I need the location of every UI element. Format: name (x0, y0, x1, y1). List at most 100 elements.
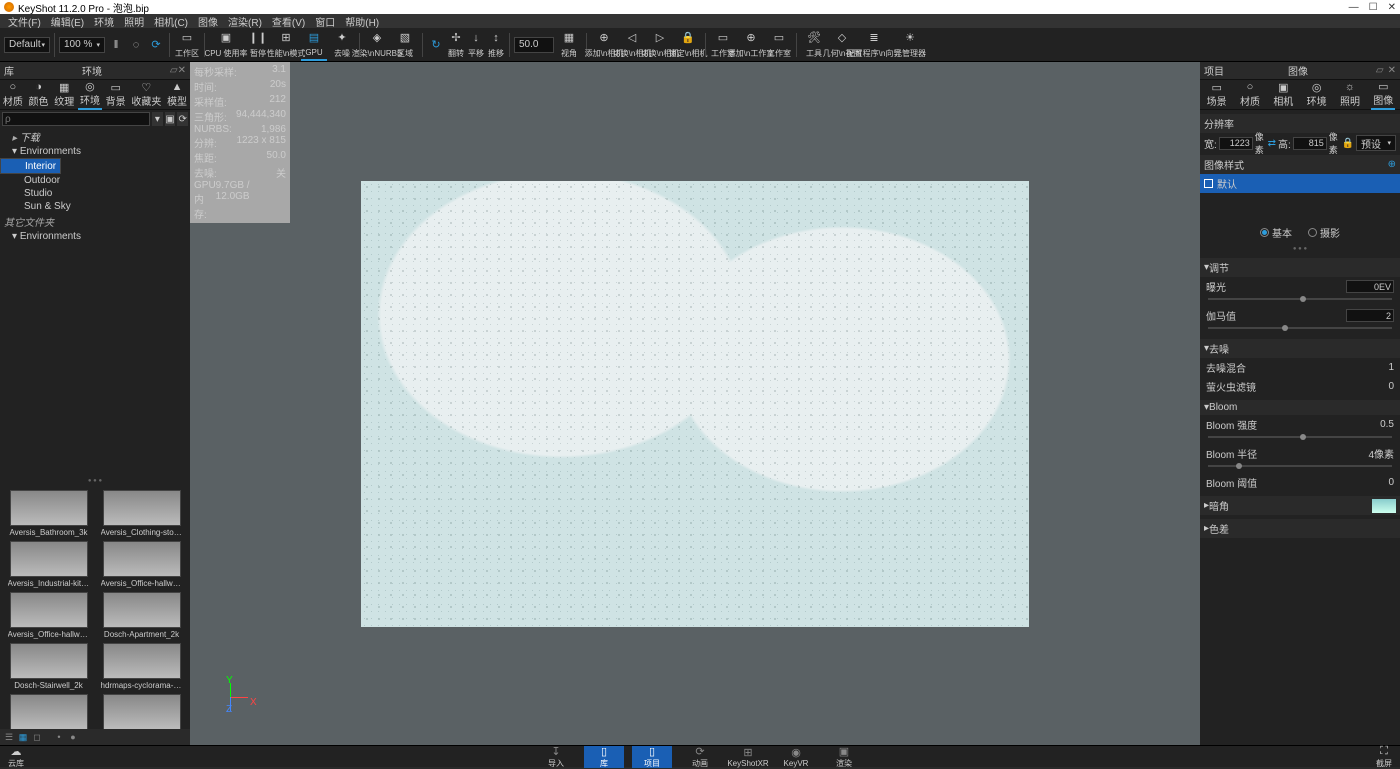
radio-photo[interactable]: 摄影 (1308, 225, 1340, 240)
vignette-header[interactable]: ▸ 暗角 (1200, 496, 1400, 515)
dolly-button[interactable]: ↕推移 (487, 29, 505, 61)
search-input[interactable] (2, 112, 150, 126)
tree-outdoor[interactable]: Outdoor (0, 174, 190, 187)
region-button[interactable]: ▧区域 (392, 29, 418, 61)
preset-dropdown[interactable]: 预设▾ (1356, 135, 1396, 151)
thumb-item[interactable]: hdrmaps-cyclorama-stud... (97, 643, 186, 690)
tree-environments-2[interactable]: ▾ Environments (0, 230, 190, 240)
menu-window[interactable]: 窗口 (311, 14, 339, 29)
tree-interior[interactable]: Interior (0, 158, 61, 174)
size-small-icon[interactable]: • (54, 732, 64, 742)
tab-camera[interactable]: ▣相机 (1271, 80, 1295, 109)
tab-materials[interactable]: ○材质 (1, 80, 25, 109)
close-panel-icon[interactable]: ✕ (178, 65, 186, 76)
pause-toggle[interactable]: ‖ (107, 29, 125, 61)
chroma-header[interactable]: ▸ 色差 (1200, 519, 1400, 538)
nurbs-button[interactable]: ◈渲染\nNURBS (364, 29, 390, 61)
bloom-strength-slider[interactable] (1208, 434, 1392, 440)
undock-icon[interactable]: ▱ (1376, 65, 1384, 76)
minimize-button[interactable]: — (1349, 2, 1359, 13)
height-input[interactable] (1293, 137, 1327, 150)
menu-view[interactable]: 查看(V) (268, 14, 309, 29)
tab-environment[interactable]: ◎环境 (1305, 80, 1329, 109)
workspace-button[interactable]: ▭工作区 (174, 29, 200, 61)
tab-environments[interactable]: ◎环境 (78, 79, 102, 110)
flip-button[interactable]: ✢翻转 (447, 29, 465, 61)
size-large-icon[interactable]: ● (68, 732, 78, 742)
perf-toggle[interactable]: ◌ (127, 29, 145, 61)
menu-edit[interactable]: 编辑(E) (47, 14, 88, 29)
search-filter-icon[interactable]: ▾ (152, 112, 163, 126)
width-input[interactable] (1219, 137, 1253, 150)
thumb-item[interactable]: Aversis_Industrial-kitchen... (4, 541, 93, 588)
keyvr-button[interactable]: ◉KeyVR (776, 746, 816, 768)
tab-favorites[interactable]: ♡收藏夹 (129, 80, 163, 109)
add-style-icon[interactable]: ⊕ (1388, 159, 1396, 170)
bloom-header[interactable]: ▾ Bloom (1200, 400, 1400, 415)
axis-gizmo[interactable]: Y X Z (220, 675, 260, 715)
style-default-row[interactable]: 默认 (1200, 174, 1400, 193)
adjust-header[interactable]: ▾ 调节 (1200, 258, 1400, 277)
perspective-button[interactable]: ▦视角 (556, 29, 582, 61)
refresh-button[interactable]: ↻ (427, 29, 445, 61)
link-icon[interactable]: ⇄ (1268, 136, 1276, 150)
tab-colors[interactable]: ◑颜色 (27, 80, 51, 109)
add-studio-button[interactable]: ⊕添加\n工作室 (738, 29, 764, 61)
tree-download[interactable]: ▸ 下载 (0, 128, 190, 145)
close-button[interactable]: ✕ (1388, 2, 1396, 13)
tab-models[interactable]: ▲模型 (165, 80, 189, 109)
tab-material[interactable]: ○材质 (1238, 80, 1262, 109)
view-large-icon[interactable]: ◻ (32, 732, 42, 742)
bloom-radius-slider[interactable] (1208, 463, 1392, 469)
animation-button[interactable]: ⟳动画 (680, 746, 720, 768)
tree-studio[interactable]: Studio (0, 187, 190, 200)
style-checkbox[interactable] (1204, 179, 1213, 188)
maximize-button[interactable]: ☐ (1369, 2, 1378, 13)
thumb-item[interactable]: Aversis_Office-hallway-da... (97, 541, 186, 588)
search-refresh-icon[interactable]: ⟳ (177, 112, 188, 126)
library-button[interactable]: ▯库 (584, 746, 624, 768)
radio-basic[interactable]: 基本 (1260, 225, 1292, 240)
thumb-item[interactable]: Aversis_Bathroom_3k (4, 490, 93, 537)
gpu-button[interactable]: ▤GPU (301, 29, 327, 61)
lock-aspect-icon[interactable]: 🔒 (1342, 136, 1354, 150)
viewport[interactable]: 每秒采样:3.1 时间:20s 采样值:212 三角形:94,444,340 N… (190, 62, 1200, 745)
thumb-item[interactable]: Dosch-Stairwell_2k (4, 643, 93, 690)
gamma-input[interactable] (1346, 309, 1394, 322)
studio-button-2[interactable]: ▭工作室 (766, 29, 792, 61)
view-list-icon[interactable]: ☰ (4, 732, 14, 742)
keyshotxr-button[interactable]: ⊞KeyShotXR (728, 746, 768, 768)
render-button[interactable]: ▣渲染 (824, 746, 864, 768)
import-button[interactable]: ↧导入 (536, 746, 576, 768)
menu-image[interactable]: 图像 (194, 14, 222, 29)
tab-image[interactable]: ▭图像 (1371, 79, 1395, 110)
light-manager-button[interactable]: ☀光管理器 (893, 29, 927, 61)
tab-lighting[interactable]: ☼照明 (1338, 80, 1362, 109)
search-folder-icon[interactable]: ▣ (165, 112, 176, 126)
lock-camera-button[interactable]: 🔒锁定\n相机 (675, 29, 701, 61)
speed-input[interactable]: 50.0 (514, 37, 554, 53)
screenshot-button[interactable]: ⛶截屏 (1376, 745, 1392, 769)
undock-icon[interactable]: ▱ (170, 65, 178, 76)
menu-environment[interactable]: 环境 (90, 14, 118, 29)
perf-mode-button[interactable]: ⊞性能\n模式 (273, 29, 299, 61)
project-button[interactable]: ▯项目 (632, 746, 672, 768)
zoom-dropdown[interactable]: 100 %▾ (59, 37, 105, 53)
tab-backplates[interactable]: ▭背景 (104, 80, 128, 109)
exposure-input[interactable] (1346, 280, 1394, 293)
pan-button[interactable]: ↓平移 (467, 29, 485, 61)
view-grid-icon[interactable]: ▦ (18, 732, 28, 742)
menu-file[interactable]: 文件(F) (4, 14, 45, 29)
tab-textures[interactable]: ▦纹理 (52, 80, 76, 109)
thumb-item[interactable]: Aversis_Office-hallway-w... (4, 592, 93, 639)
workspace-preset-dropdown[interactable]: Default▾ (4, 37, 50, 53)
tab-scene[interactable]: ▭场景 (1205, 80, 1229, 109)
tree-other-folders[interactable]: 其它文件夹 (0, 213, 190, 230)
close-panel-icon[interactable]: ✕ (1388, 65, 1396, 76)
thumb-item[interactable]: hdrmaps-rims-storehous... (97, 694, 186, 730)
thumb-item[interactable]: hdrmaps-empty-modern... (4, 694, 93, 730)
cloud-library-button[interactable]: ☁云库 (8, 745, 24, 769)
denoise-header[interactable]: ▾ 去噪 (1200, 339, 1400, 358)
cpu-usage-button[interactable]: ▣CPU 使用率 (209, 29, 243, 61)
exposure-slider[interactable] (1208, 296, 1392, 302)
